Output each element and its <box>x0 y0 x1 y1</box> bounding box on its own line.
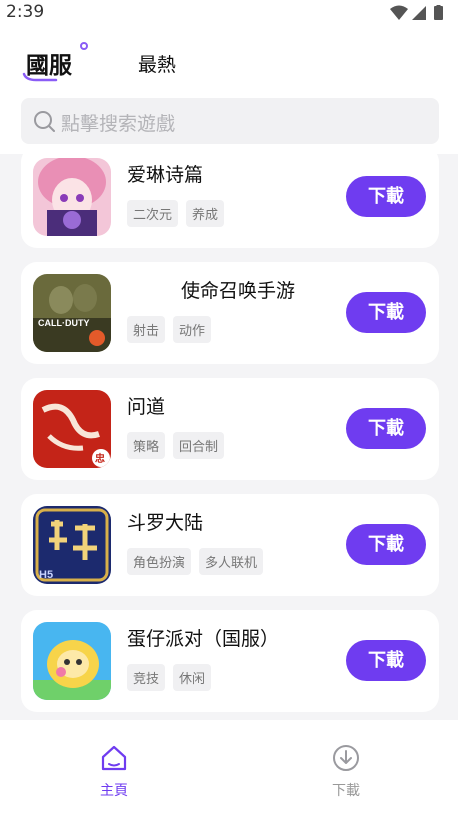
wifi-icon <box>390 5 408 20</box>
signal-icon <box>412 6 426 20</box>
battery-icon <box>434 6 443 20</box>
search-icon <box>34 111 55 132</box>
game-card[interactable]: CALL·DUTY 使命召唤手游 射击 动作 下載 <box>21 262 439 364</box>
status-icons <box>390 5 443 20</box>
game-card[interactable]: 蛋仔派对（国服） 竞技 休闲 下載 <box>21 610 439 712</box>
tag-list: 竞技 休闲 <box>127 664 212 691</box>
nav-item-download[interactable]: 下載 <box>316 744 376 800</box>
search-placeholder: 點擊搜索遊戲 <box>61 113 176 135</box>
tag: 射击 <box>127 316 166 343</box>
tag: 二次元 <box>127 200 179 227</box>
tag: 角色扮演 <box>127 548 192 575</box>
game-card[interactable]: 忠 问道 策略 回合制 下載 <box>21 378 439 480</box>
tab-hottest[interactable]: 最熱 <box>138 50 176 77</box>
download-button[interactable]: 下載 <box>346 408 426 449</box>
game-title: 斗罗大陆 <box>127 512 204 534</box>
tab-dot-icon <box>80 42 88 50</box>
game-icon-eggy <box>33 622 111 700</box>
game-list[interactable]: 爱琳诗篇 二次元 养成 下載 CALL·DUTY 使命召唤手游 射击 动作 下載 <box>0 154 458 720</box>
game-icon-douluo: H5 <box>33 506 111 584</box>
douluo-icon-text: H5 <box>39 569 53 581</box>
game-card[interactable]: H5 斗罗大陆 角色扮演 多人联机 下載 <box>21 494 439 596</box>
bottom-nav: 主頁 下載 <box>0 720 458 820</box>
wendao-badge-text: 忠 <box>95 452 105 465</box>
nav-item-home[interactable]: 主頁 <box>84 744 144 800</box>
nav-label-download: 下載 <box>332 783 360 799</box>
tag: 养成 <box>186 200 225 227</box>
game-card[interactable]: 爱琳诗篇 二次元 养成 下載 <box>21 154 439 248</box>
download-button[interactable]: 下載 <box>346 176 426 217</box>
status-bar: 2:39 <box>0 0 458 26</box>
game-icon-ailin <box>33 158 111 236</box>
search-input[interactable]: 點擊搜索遊戲 <box>21 98 439 144</box>
game-title: 蛋仔派对（国服） <box>127 628 280 650</box>
download-button[interactable]: 下載 <box>346 292 426 333</box>
game-icon-cod: CALL·DUTY <box>33 274 111 352</box>
game-title: 使命召唤手游 <box>181 280 296 302</box>
tag: 竞技 <box>127 664 166 691</box>
game-icon-wendao: 忠 <box>33 390 111 468</box>
tag-list: 射击 动作 <box>127 316 212 343</box>
tag: 多人联机 <box>199 548 264 575</box>
status-time: 2:39 <box>6 2 45 22</box>
nav-label-home: 主頁 <box>100 783 128 799</box>
tab-active-indicator <box>22 72 58 82</box>
game-title: 问道 <box>127 396 166 418</box>
header: 國服 最熱 點擊搜索遊戲 <box>0 26 458 154</box>
home-icon <box>101 745 127 771</box>
tag: 策略 <box>127 432 166 459</box>
tag-list: 二次元 养成 <box>127 200 225 227</box>
download-icon <box>333 745 359 771</box>
game-title: 爱琳诗篇 <box>127 164 204 186</box>
tag: 休闲 <box>173 664 212 691</box>
tag: 动作 <box>173 316 212 343</box>
tag-list: 策略 回合制 <box>127 432 225 459</box>
download-button[interactable]: 下載 <box>346 524 426 565</box>
download-button[interactable]: 下載 <box>346 640 426 681</box>
tag: 回合制 <box>173 432 225 459</box>
tag-list: 角色扮演 多人联机 <box>127 548 264 575</box>
cod-icon-text: CALL·DUTY <box>38 318 90 328</box>
